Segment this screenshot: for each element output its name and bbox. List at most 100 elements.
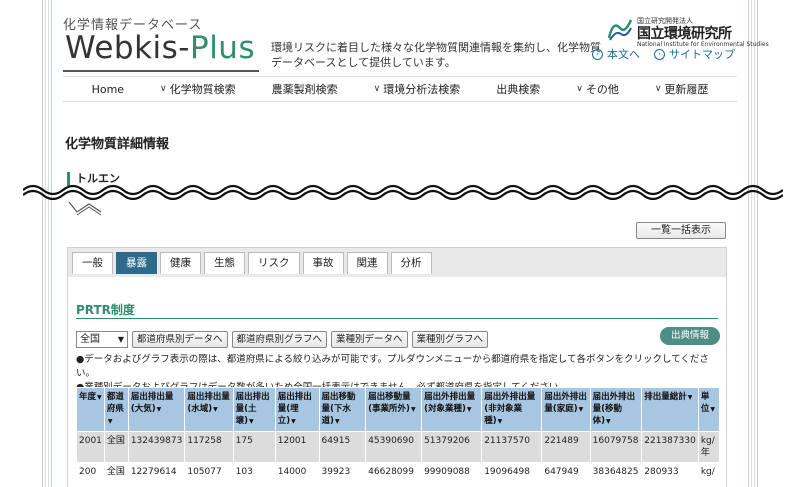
tab-general[interactable]: 一般 [72, 252, 113, 274]
table-cell: 221387330 [641, 431, 699, 463]
table-cell: 12279614 [127, 462, 186, 482]
prefecture-data-button[interactable]: 都道府県別データへ [132, 331, 228, 348]
tab-accident[interactable]: 事故 [302, 252, 344, 274]
tab-risk[interactable]: リスク [248, 252, 300, 274]
prefecture-select[interactable]: 全国 ▼ [76, 331, 128, 348]
link-label: 本文へ [607, 48, 640, 61]
nav-source-search[interactable]: 出典検索 [478, 81, 558, 97]
sort-icon: ▼ [156, 406, 162, 413]
column-header[interactable]: 届出排出量(水域)▼ [184, 387, 234, 432]
table-cell: kg/ [697, 462, 721, 482]
main-nav: Home ∨ 化学物質検索 農薬製剤検索 ∨ 環境分析法検索 出典検索 ∨ その他 ∨… [63, 76, 737, 102]
prefecture-graph-button[interactable]: 都道府県別グラフへ [231, 331, 328, 348]
tab-panel: PRTR制度 全国 ▼ 都道府県別データへ 都道府県別グラフへ 業種別データへ 業… [67, 277, 727, 487]
table-cell: 12001 [274, 431, 320, 463]
site-tagline: 環境リスクに着目した様々な化学物質関連情報を集約し、化学物質データベースとして提… [271, 41, 601, 69]
nav-chemical-search[interactable]: ∨ 化学物質検索 [142, 81, 254, 97]
column-header[interactable]: 届出排出量(大気)▼ [127, 387, 186, 432]
industry-data-button[interactable]: 業種別データへ [331, 331, 408, 348]
column-header[interactable]: 届出外排出量(家庭)▼ [541, 387, 591, 432]
industry-graph-button[interactable]: 業種別グラフへ [411, 331, 489, 348]
molecule-structure-icon [68, 201, 102, 216]
chevron-down-icon: ∨ [160, 84, 167, 94]
sitemap-link[interactable]: › サイトマップ [654, 46, 735, 62]
table-cell: 全国 [103, 462, 129, 482]
header-links: › 本文へ › サイトマップ [592, 46, 735, 62]
chevron-down-icon: ∨ [373, 84, 381, 94]
table-cell: 全国 [103, 431, 129, 463]
table-cell: 45390690 [365, 431, 423, 463]
table-cell: 21137570 [481, 431, 543, 463]
table-row: 2001 全国 132439873 117258 175 12001 64915… [76, 431, 721, 463]
nav-label: 環境分析法検索 [383, 83, 461, 96]
column-header[interactable]: 届出排出量(土壌)▼ [232, 387, 276, 432]
sort-icon: ▼ [249, 418, 254, 425]
table-cell: 105077 [184, 462, 234, 482]
nav-other[interactable]: ∨ その他 [558, 81, 637, 97]
show-all-list-button[interactable]: 一覧一括表示 [636, 222, 726, 239]
table-row: 200 全国 12279614 105077 103 14000 39923 4… [76, 462, 721, 482]
column-header[interactable]: 届出排出量(埋立)▼ [274, 387, 320, 432]
sort-icon: ▼ [606, 418, 611, 425]
sort-icon: ▼ [334, 418, 340, 425]
nav-label: Home [91, 82, 125, 96]
sort-icon: ▼ [213, 406, 218, 413]
table-cell: 14000 [274, 462, 320, 482]
table-cell: 64915 [318, 431, 367, 463]
section-divider [76, 318, 718, 319]
table-cell: 647949 [541, 462, 591, 482]
site-logo[interactable]: Webkis-Plus [65, 30, 255, 66]
nav-pesticide-search[interactable]: 農薬製剤検索 [254, 81, 356, 97]
table-cell: 117258 [184, 431, 234, 463]
table-header-row: 年度▼ 都道府県▼ 届出排出量(大気)▼ 届出排出量(水域)▼ 届出排出量(土壌… [76, 387, 721, 432]
tab-analysis[interactable]: 分析 [390, 252, 432, 274]
prtr-table: 年度▼ 都道府県▼ 届出排出量(大気)▼ 届出排出量(水域)▼ 届出排出量(土壌… [76, 387, 721, 482]
sort-icon: ▼ [97, 394, 102, 401]
column-header[interactable]: 届出移動量(事業所外)▼ [365, 387, 423, 432]
nav-home[interactable]: Home [74, 83, 142, 96]
column-header[interactable]: 単位▼ [697, 387, 721, 432]
logo-text-b: Plus [190, 30, 256, 66]
skip-to-content-link[interactable]: › 本文へ [592, 46, 640, 62]
sort-icon: ▼ [107, 418, 113, 425]
tab-health[interactable]: 健康 [160, 252, 201, 274]
link-label: サイトマップ [669, 48, 735, 61]
table-cell: 132439873 [127, 431, 186, 463]
circle-arrow-icon: › [592, 48, 603, 60]
section-title: PRTR制度 [76, 303, 135, 317]
nav-label: 農薬製剤検索 [271, 83, 338, 96]
circle-arrow-icon: › [654, 48, 665, 60]
select-value: 全国 [80, 334, 100, 345]
table-cell: 16079758 [589, 431, 643, 463]
sort-icon: ▼ [710, 406, 715, 413]
detail-tabs: 一般 暴露 健康 生態 リスク 事故 関連 分析 [67, 247, 727, 277]
logo-underline [63, 70, 259, 72]
prtr-controls: 全国 ▼ 都道府県別データへ 都道府県別グラフへ 業種別データへ 業種別グラフへ [76, 331, 489, 348]
column-header[interactable]: 都道府県▼ [103, 387, 129, 432]
source-info-button[interactable]: 出典情報 [660, 327, 720, 345]
chevron-down-icon: ∨ [576, 84, 583, 94]
table-cell: 200 [76, 462, 105, 482]
table-cell: kg/年 [697, 431, 721, 463]
table-cell: 39923 [318, 462, 367, 482]
nav-analysis-method-search[interactable]: ∨ 環境分析法検索 [356, 81, 479, 97]
column-header[interactable]: 届出移動量(下水道)▼ [318, 387, 367, 432]
page: 化学情報データベース Webkis-Plus 環境リスクに着目した様々な化学物質… [23, 0, 783, 487]
nav-label: 化学物質検索 [169, 83, 236, 96]
tab-related[interactable]: 関連 [346, 252, 388, 274]
org-name: 国立環境研究所 [637, 26, 732, 42]
sort-icon: ▼ [578, 406, 584, 413]
tab-ecology[interactable]: 生態 [204, 252, 245, 274]
table-cell: 19096498 [481, 462, 543, 482]
sort-icon: ▼ [410, 406, 416, 413]
nav-label: 更新履歴 [664, 83, 709, 96]
column-header[interactable]: 届出外排出量(対象業種)▼ [421, 387, 483, 432]
column-header[interactable]: 届出外排出量(非対象業種)▼ [481, 387, 543, 432]
nav-label: その他 [585, 83, 619, 96]
tab-exposure[interactable]: 暴露 [116, 252, 157, 274]
chevron-down-icon: ∨ [654, 84, 662, 94]
column-header[interactable]: 年度▼ [76, 387, 105, 432]
column-header[interactable]: 届出外排出量(移動体)▼ [589, 387, 643, 432]
column-header[interactable]: 排出量総計▼ [641, 387, 699, 432]
nav-update-history[interactable]: ∨ 更新履歴 [637, 81, 727, 97]
